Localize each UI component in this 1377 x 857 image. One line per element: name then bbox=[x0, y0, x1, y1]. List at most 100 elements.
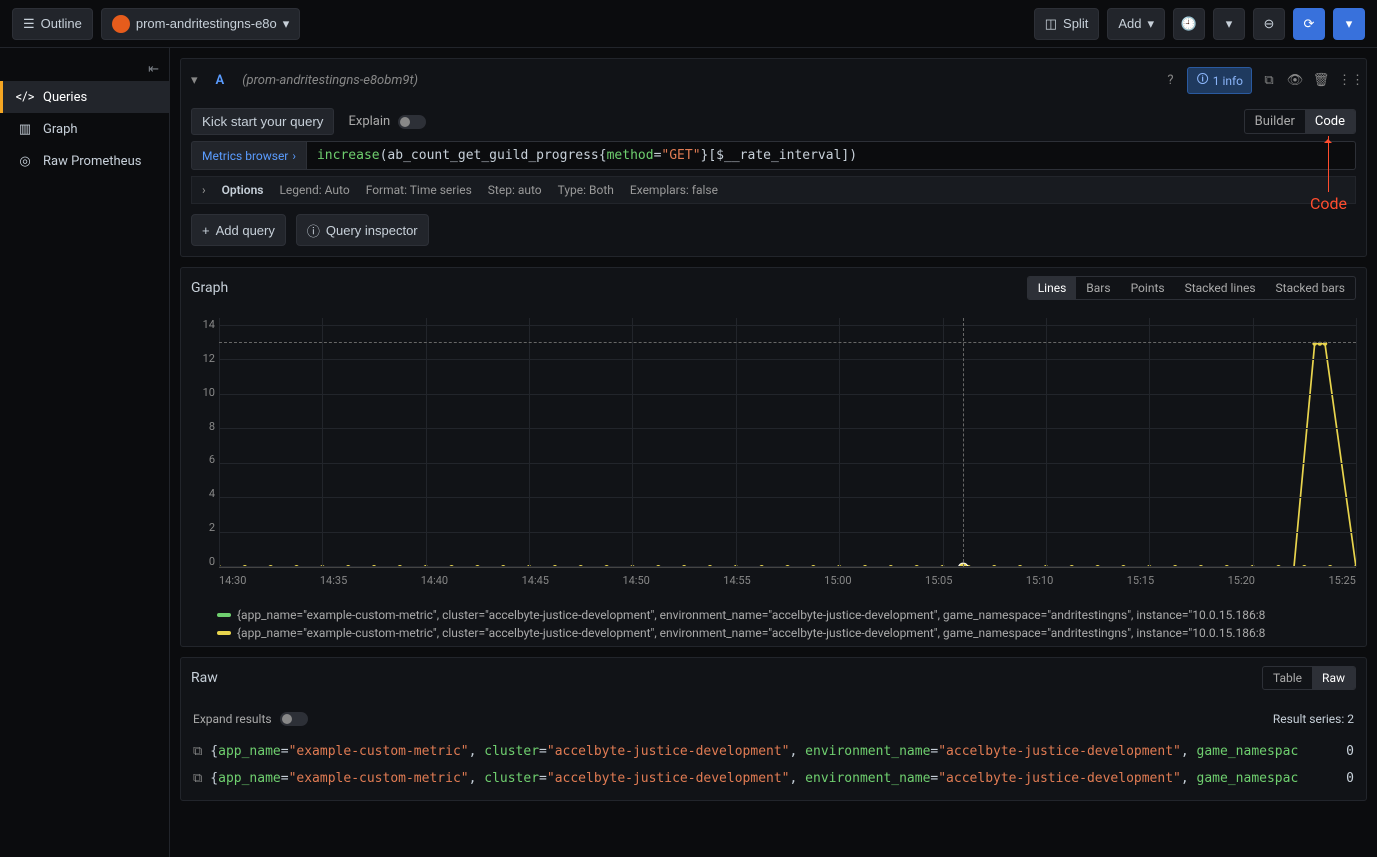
chevron-right-icon: › bbox=[292, 149, 296, 163]
option-step: Step: auto bbox=[488, 183, 542, 197]
run-dropdown[interactable]: ▾ bbox=[1333, 8, 1365, 40]
annotation-arrow: Code bbox=[1310, 136, 1347, 213]
raw-expression: {app_name="example-custom-metric", clust… bbox=[210, 771, 1306, 786]
trash-icon[interactable]: 🗑 bbox=[1312, 73, 1330, 88]
tab-points[interactable]: Points bbox=[1121, 277, 1175, 299]
add-button[interactable]: Add ▾ bbox=[1107, 8, 1165, 40]
copy-icon[interactable]: ⧉ bbox=[193, 771, 202, 786]
code-str: "GET" bbox=[661, 148, 700, 163]
zoom-out-icon: ⊖ bbox=[1264, 16, 1275, 32]
tab-raw[interactable]: Raw bbox=[1312, 667, 1355, 689]
option-legend: Legend: Auto bbox=[279, 183, 349, 197]
raw-value: 0 bbox=[1314, 771, 1354, 786]
clock-icon: 🕘 bbox=[1181, 16, 1197, 32]
top-toolbar: ☰ Outline prom-andritestingns-e8o ▾ ◫ Sp… bbox=[0, 0, 1377, 48]
expand-results-toggle[interactable]: Expand results bbox=[193, 712, 308, 726]
left-sidebar: ⇤ </> Queries ▥ Graph ◎ Raw Prometheus bbox=[0, 48, 170, 857]
tab-stacked-bars[interactable]: Stacked bars bbox=[1266, 277, 1355, 299]
prometheus-icon bbox=[112, 15, 130, 33]
sidebar-item-label: Graph bbox=[43, 122, 78, 137]
add-label: Add bbox=[1118, 16, 1141, 31]
outline-button[interactable]: ☰ Outline bbox=[12, 8, 93, 40]
chart-icon: ▥ bbox=[17, 121, 33, 137]
copy-icon[interactable]: ⧉ bbox=[1260, 73, 1278, 88]
explain-label: Explain bbox=[348, 114, 390, 129]
chart-area[interactable]: 14121086420 14:3014:3514:4014:4514:5014:… bbox=[219, 318, 1356, 588]
legend-text: {app_name="example-custom-metric", clust… bbox=[237, 608, 1265, 622]
chevron-down-icon: ▾ bbox=[283, 16, 290, 32]
raw-panel: Raw Table Raw Expand results Result seri… bbox=[180, 657, 1367, 801]
query-inspector-button[interactable]: ⓘ Query inspector bbox=[296, 214, 429, 246]
columns-icon: ◫ bbox=[1045, 16, 1057, 32]
sidebar-item-queries[interactable]: </> Queries bbox=[0, 81, 169, 113]
split-label: Split bbox=[1063, 16, 1088, 31]
graph-title: Graph bbox=[191, 280, 228, 296]
sidebar-item-label: Raw Prometheus bbox=[43, 154, 141, 169]
plot-area bbox=[219, 318, 1356, 568]
zoom-out-button[interactable]: ⊖ bbox=[1253, 8, 1285, 40]
info-chip-label: 1 info bbox=[1213, 74, 1243, 88]
split-button[interactable]: ◫ Split bbox=[1034, 8, 1100, 40]
code-tab[interactable]: Code bbox=[1305, 110, 1355, 133]
code-fn: increase bbox=[317, 148, 380, 163]
kick-start-button[interactable]: Kick start your query bbox=[191, 108, 334, 135]
code-icon: </> bbox=[17, 89, 33, 105]
history-button[interactable]: 🕘 bbox=[1173, 8, 1205, 40]
chevron-down-icon: ▾ bbox=[1346, 16, 1353, 32]
metrics-browser-button[interactable]: Metrics browser › bbox=[191, 141, 307, 170]
tab-stacked-lines[interactable]: Stacked lines bbox=[1175, 277, 1266, 299]
info-chip[interactable]: 🛈 1 info bbox=[1187, 67, 1252, 94]
plus-icon: + bbox=[202, 223, 210, 238]
main-content: ▾ A (prom-andritestingns-e8obm9t) ? 🛈 1 … bbox=[170, 48, 1377, 857]
legend-swatch bbox=[217, 631, 231, 635]
query-code-input[interactable]: increase(ab_count_get_guild_progress{met… bbox=[307, 141, 1356, 170]
collapse-sidebar-button[interactable]: ⇤ bbox=[0, 58, 169, 81]
info-icon: ⓘ bbox=[307, 221, 320, 240]
copy-icon[interactable]: ⧉ bbox=[193, 744, 202, 759]
builder-tab[interactable]: Builder bbox=[1245, 110, 1305, 133]
refresh-icon: ⟳ bbox=[1304, 16, 1315, 32]
sidebar-item-graph[interactable]: ▥ Graph bbox=[0, 113, 169, 145]
explain-toggle[interactable]: Explain bbox=[348, 114, 426, 129]
eye-icon[interactable]: 👁 bbox=[1286, 73, 1304, 88]
y-axis: 14121086420 bbox=[193, 318, 215, 568]
chevron-down-icon[interactable]: ▾ bbox=[191, 73, 198, 88]
outline-label: Outline bbox=[41, 16, 82, 31]
editor-mode-toggle: Builder Code bbox=[1244, 109, 1356, 134]
raw-result-row: ⧉ {app_name="example-custom-metric", clus… bbox=[193, 765, 1354, 792]
help-icon[interactable]: ? bbox=[1161, 73, 1179, 88]
code-text: (ab_count_get_guild_progress{ bbox=[380, 148, 607, 163]
options-label: Options bbox=[222, 183, 264, 197]
legend-swatch bbox=[217, 613, 231, 617]
chevron-down-icon: ▾ bbox=[1147, 16, 1154, 32]
query-options-row[interactable]: › Options Legend: Auto Format: Time seri… bbox=[191, 176, 1356, 204]
chart-legend: {app_name="example-custom-metric", clust… bbox=[181, 598, 1366, 646]
datasource-picker[interactable]: prom-andritestingns-e8o ▾ bbox=[101, 8, 300, 40]
datasource-name: prom-andritestingns-e8o bbox=[136, 16, 277, 31]
metrics-browser-label: Metrics browser bbox=[202, 149, 288, 163]
add-query-button[interactable]: + Add query bbox=[191, 214, 286, 246]
legend-text: {app_name="example-custom-metric", clust… bbox=[237, 626, 1265, 640]
chevron-right-icon: › bbox=[202, 183, 206, 197]
toggle-icon bbox=[398, 115, 426, 129]
expand-results-label: Expand results bbox=[193, 712, 272, 726]
query-inspector-label: Query inspector bbox=[326, 223, 418, 238]
run-button[interactable]: ⟳ bbox=[1293, 8, 1325, 40]
drag-icon[interactable]: ⋮⋮ bbox=[1338, 73, 1356, 88]
tab-lines[interactable]: Lines bbox=[1028, 277, 1077, 299]
history-dropdown[interactable]: ▾ bbox=[1213, 8, 1245, 40]
tab-table[interactable]: Table bbox=[1263, 667, 1312, 689]
legend-item[interactable]: {app_name="example-custom-metric", clust… bbox=[217, 606, 1356, 624]
query-datasource-name: (prom-andritestingns-e8obm9t) bbox=[242, 73, 418, 88]
raw-view-tabs: Table Raw bbox=[1262, 666, 1356, 690]
list-icon: ☰ bbox=[23, 16, 35, 32]
query-letter: A bbox=[208, 71, 233, 90]
add-query-label: Add query bbox=[216, 223, 275, 238]
query-panel: ▾ A (prom-andritestingns-e8obm9t) ? 🛈 1 … bbox=[180, 58, 1367, 257]
raw-title: Raw bbox=[191, 670, 218, 686]
sidebar-item-raw[interactable]: ◎ Raw Prometheus bbox=[0, 145, 169, 177]
tab-bars[interactable]: Bars bbox=[1076, 277, 1120, 299]
legend-item[interactable]: {app_name="example-custom-metric", clust… bbox=[217, 624, 1356, 642]
toggle-icon bbox=[280, 712, 308, 726]
prom-icon: ◎ bbox=[17, 153, 33, 169]
